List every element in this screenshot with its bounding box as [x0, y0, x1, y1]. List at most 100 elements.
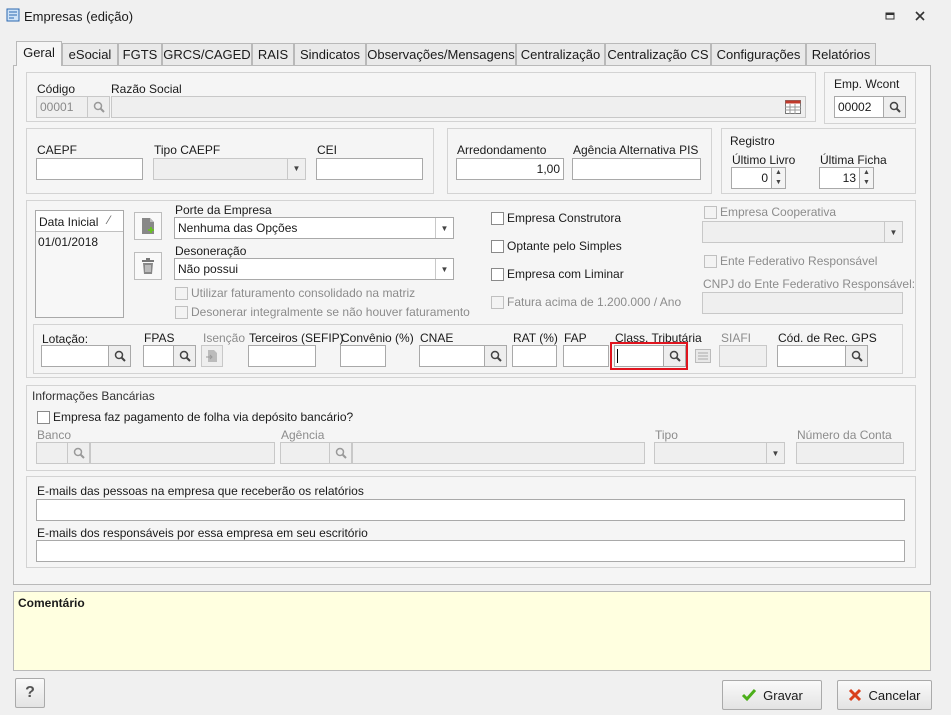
- codigo-search-button[interactable]: [88, 96, 110, 118]
- cnae-field[interactable]: [419, 345, 485, 367]
- help-button[interactable]: ?: [15, 678, 45, 708]
- tab-grcs-caged[interactable]: GRCS/CAGED: [162, 43, 252, 66]
- ultima-ficha-spinner[interactable]: ▲ ▼: [860, 167, 874, 189]
- banco-code-field[interactable]: [36, 442, 68, 464]
- list-icon[interactable]: [695, 349, 711, 363]
- ente-federativo-label: Ente Federativo Responsável: [720, 254, 878, 268]
- tab-rais[interactable]: RAIS: [252, 43, 294, 66]
- codigo-field[interactable]: 00001: [36, 96, 88, 118]
- rat-field[interactable]: [512, 345, 557, 367]
- ultima-ficha-field[interactable]: 13: [819, 167, 860, 189]
- simples-label: Optante pelo Simples: [507, 239, 622, 253]
- tab-centralizacao[interactable]: Centralização: [516, 43, 605, 66]
- terceiros-field[interactable]: [248, 345, 316, 367]
- add-document-button[interactable]: [134, 212, 162, 240]
- tab-centralizacao-cs[interactable]: Centralização CS: [605, 43, 711, 66]
- agencia-pis-label: Agência Alternativa PIS: [573, 143, 699, 157]
- razao-social-field[interactable]: [111, 96, 806, 118]
- search-icon: [179, 350, 191, 362]
- tab-observacoes[interactable]: Observações/Mensagens: [366, 43, 516, 66]
- construtora-checkbox[interactable]: [491, 212, 504, 225]
- emp-wcont-field[interactable]: 00002: [834, 96, 884, 118]
- fpas-field[interactable]: [143, 345, 174, 367]
- cancel-x-icon: [849, 688, 862, 702]
- search-icon: [114, 350, 126, 362]
- ente-federativo-checkbox[interactable]: [704, 255, 717, 268]
- agencia-name-field[interactable]: [352, 442, 645, 464]
- pin-icon[interactable]: [884, 10, 896, 22]
- lotacao-search-button[interactable]: [109, 345, 131, 367]
- tab-relatorios[interactable]: Relatórios: [806, 43, 876, 66]
- desoneracao-select[interactable]: Não possui: [174, 258, 454, 280]
- isencao-button[interactable]: [201, 345, 223, 367]
- cooperativa-checkbox[interactable]: [704, 206, 717, 219]
- cnae-label: CNAE: [420, 331, 454, 345]
- help-icon: ?: [25, 684, 35, 701]
- tab-configuracoes[interactable]: Configurações: [711, 43, 806, 66]
- tab-geral[interactable]: Geral: [16, 41, 62, 66]
- class-tributaria-field[interactable]: [614, 345, 664, 367]
- caepf-field[interactable]: [36, 158, 143, 180]
- fap-label: FAP: [564, 331, 587, 345]
- cnae-search-button[interactable]: [485, 345, 507, 367]
- search-icon: [490, 350, 502, 362]
- agencia-pis-field[interactable]: [572, 158, 701, 180]
- cei-label: CEI: [317, 143, 338, 157]
- arredondamento-field[interactable]: 1,00: [456, 158, 564, 180]
- emails-relatorios-field[interactable]: [36, 499, 905, 521]
- cancelar-button[interactable]: Cancelar: [837, 680, 932, 710]
- chevron-down-icon: ▼: [287, 159, 305, 179]
- deposito-checkbox[interactable]: [37, 411, 50, 424]
- agencia-search-button[interactable]: [330, 442, 352, 464]
- ultimo-livro-spinner[interactable]: ▲ ▼: [772, 167, 786, 189]
- gravar-button[interactable]: Gravar: [722, 680, 822, 710]
- fatura-label: Fatura acima de 1.200.000 / Ano: [507, 295, 682, 309]
- chevron-down-icon: ▼: [435, 259, 453, 279]
- banco-name-field[interactable]: [90, 442, 275, 464]
- isencao-label: Isenção: [203, 331, 246, 345]
- checkmark-icon: [742, 689, 757, 702]
- data-inicial-row[interactable]: 01/01/2018: [38, 235, 98, 249]
- numero-conta-field[interactable]: [796, 442, 904, 464]
- fatura-checkbox[interactable]: [491, 296, 504, 309]
- cei-field[interactable]: [316, 158, 423, 180]
- codigo-label: Código: [37, 82, 76, 96]
- cod-gps-search-button[interactable]: [846, 345, 868, 367]
- tipo-caepf-select[interactable]: ▼: [153, 158, 306, 180]
- desonerar-integral-checkbox[interactable]: [175, 306, 188, 319]
- comentario-area[interactable]: Comentário: [13, 591, 931, 671]
- calendar-table-icon[interactable]: [785, 100, 801, 114]
- class-tributaria-search-button[interactable]: [664, 345, 686, 367]
- banco-search-button[interactable]: [68, 442, 90, 464]
- liminar-label: Empresa com Liminar: [507, 267, 624, 281]
- numero-conta-label: Número da Conta: [797, 428, 892, 442]
- tab-fgts[interactable]: FGTS: [118, 43, 162, 66]
- siafi-field[interactable]: [719, 345, 767, 367]
- comentario-label: Comentário: [18, 596, 85, 610]
- close-icon[interactable]: [914, 10, 926, 22]
- simples-checkbox[interactable]: [491, 240, 504, 253]
- cooperativa-select[interactable]: [702, 221, 903, 243]
- cnpj-ente-field[interactable]: [702, 292, 903, 314]
- delete-button[interactable]: [134, 252, 162, 280]
- tab-esocial[interactable]: eSocial: [62, 43, 118, 66]
- ultimo-livro-field[interactable]: 0: [731, 167, 772, 189]
- app-icon: [6, 8, 20, 22]
- porte-label: Porte da Empresa: [175, 203, 272, 217]
- cod-gps-field[interactable]: [777, 345, 846, 367]
- agencia-code-field[interactable]: [280, 442, 330, 464]
- bancarias-title: Informações Bancárias: [32, 389, 155, 403]
- porte-select[interactable]: Nenhuma das Opções: [174, 217, 454, 239]
- liminar-checkbox[interactable]: [491, 268, 504, 281]
- utilizar-faturamento-checkbox[interactable]: [175, 287, 188, 300]
- lotacao-field[interactable]: [41, 345, 109, 367]
- search-icon: [93, 101, 105, 113]
- emails-responsaveis-field[interactable]: [36, 540, 905, 562]
- emp-wcont-search-button[interactable]: [884, 96, 906, 118]
- data-inicial-grid[interactable]: Data Inicial ⁄ 01/01/2018: [35, 210, 124, 318]
- fap-field[interactable]: [563, 345, 609, 367]
- tab-sindicatos[interactable]: Sindicatos: [294, 43, 366, 66]
- convenio-field[interactable]: [340, 345, 386, 367]
- lotacao-label: Lotação:: [42, 332, 89, 346]
- fpas-search-button[interactable]: [174, 345, 196, 367]
